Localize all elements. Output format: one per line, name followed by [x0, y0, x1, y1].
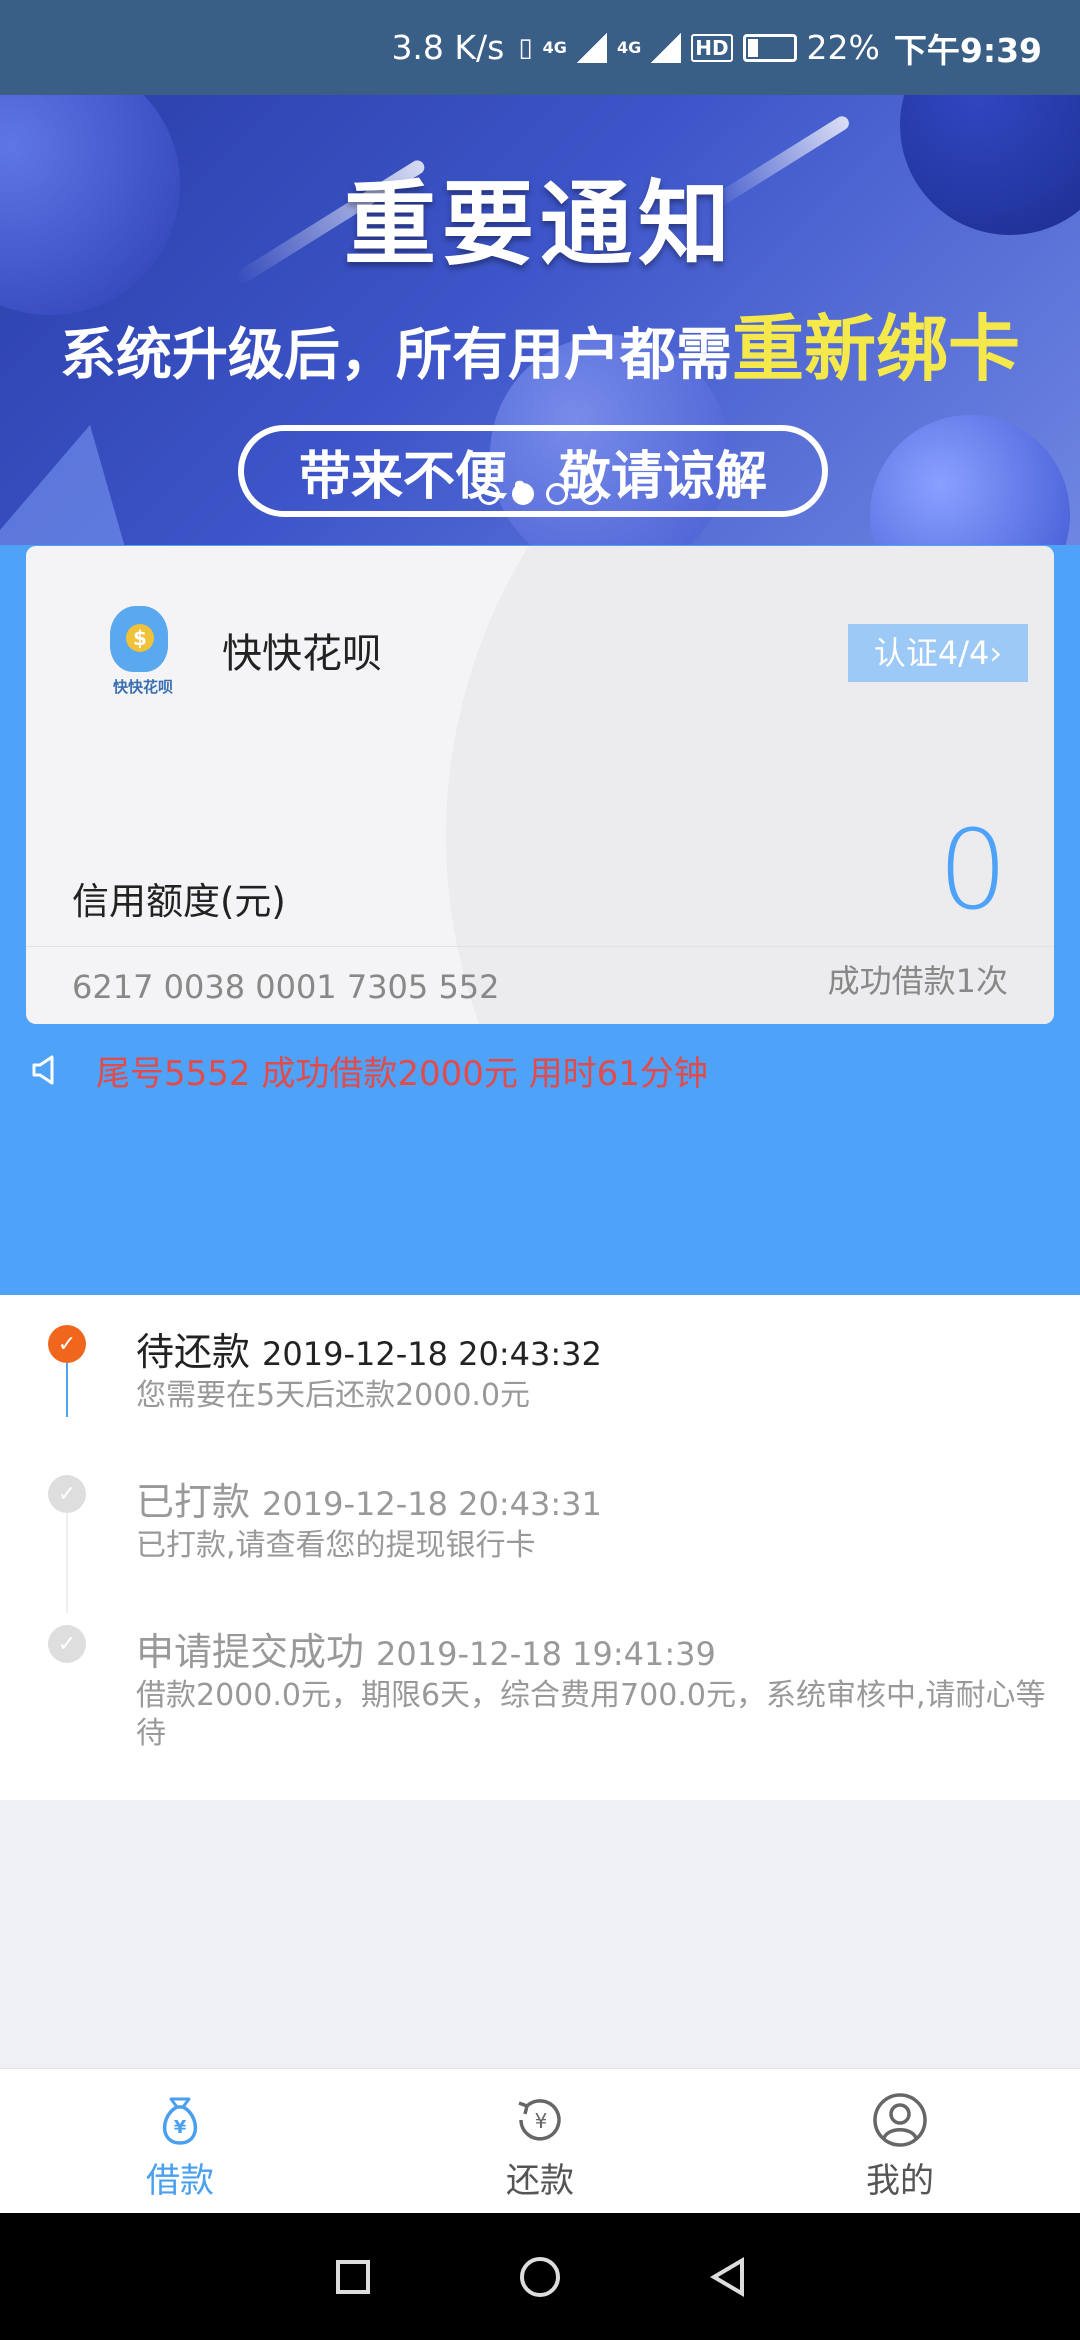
- carousel-dot[interactable]: [546, 483, 568, 505]
- clock: 下午9:39: [893, 30, 1042, 70]
- recents-button[interactable]: [336, 2259, 370, 2294]
- carousel-dot-active[interactable]: [512, 483, 534, 505]
- timeline-time: 2019-12-18 20:43:32: [262, 1335, 602, 1373]
- signal-icon: [651, 32, 682, 63]
- timeline-status: 已打款: [136, 1480, 251, 1524]
- hd-icon: HD: [691, 33, 733, 62]
- carousel-dot[interactable]: [580, 483, 602, 505]
- chevron-right-icon: ›: [989, 634, 1003, 672]
- decor-triangle: [0, 425, 130, 545]
- svg-text:¥: ¥: [174, 2117, 187, 2138]
- loan-timeline: ✓ 待还款 2019-12-18 20:43:32 您需要在5天后还款2000.0…: [0, 1295, 1080, 1800]
- card-decor: [446, 546, 1054, 1024]
- system-nav-bar: [0, 2213, 1080, 2340]
- vibrate-icon: ▯: [518, 32, 533, 63]
- banner-subtitle-prefix: 系统升级后，所有用户都需: [59, 323, 732, 388]
- carousel-dot[interactable]: [478, 483, 500, 505]
- network-type-2: 4G: [616, 38, 642, 57]
- check-icon: ✓: [48, 1325, 86, 1363]
- status-bar: 3.8 K/s ▯ 4G 4G HD 22% 下午9:39: [0, 0, 1080, 95]
- battery-percent: 22%: [806, 28, 880, 67]
- check-icon: ✓: [48, 1625, 86, 1663]
- timeline-head: 待还款 2019-12-18 20:43:32: [136, 1321, 602, 1376]
- divider: [26, 946, 1054, 947]
- timeline-time: 2019-12-18 19:41:39: [376, 1635, 716, 1673]
- tab-repay[interactable]: ¥ 还款: [360, 2069, 720, 2213]
- app-logo: $ 快快花呗: [98, 596, 188, 696]
- timeline-desc: 借款2000.0元，期限6天，综合费用700.0元，系统审核中,请耐心等待: [136, 1678, 1046, 1751]
- banner-subtitle-highlight: 重新绑卡: [731, 307, 1020, 391]
- auth-button[interactable]: 认证4/4›: [848, 624, 1028, 682]
- dollar-icon: $: [126, 624, 154, 652]
- tab-label: 借款: [146, 2161, 214, 2201]
- network-type-1: 4G: [542, 38, 567, 57]
- timeline-desc: 您需要在5天后还款2000.0元: [136, 1378, 531, 1413]
- timeline-head: 已打款 2019-12-18 20:43:31: [136, 1471, 602, 1526]
- decor-ball: [870, 415, 1070, 545]
- notice-banner[interactable]: 重要通知 系统升级后，所有用户都需重新绑卡 带来不便，敬请谅解: [0, 95, 1080, 545]
- banner-subtitle: 系统升级后，所有用户都需重新绑卡: [0, 290, 1080, 395]
- tab-loan[interactable]: ¥ 借款: [0, 2069, 360, 2213]
- success-count: 成功借款1次: [827, 962, 1008, 1000]
- money-bag-icon: ¥: [163, 2097, 197, 2145]
- logo-text: 快快花呗: [112, 678, 173, 696]
- timeline-head: 申请提交成功 2019-12-18 19:41:39: [136, 1621, 716, 1676]
- user-icon: [873, 2093, 927, 2147]
- card-number: 6217 0038 0001 7305 552: [72, 968, 500, 1006]
- network-speed: 3.8 K/s: [391, 28, 505, 67]
- bottom-tab-bar: ¥ 借款 ¥ 还款 我的: [0, 2068, 1080, 2213]
- tab-label: 还款: [506, 2161, 574, 2201]
- home-button[interactable]: [520, 2256, 560, 2297]
- signal-icon: [576, 32, 607, 63]
- repay-icon: ¥: [518, 2099, 561, 2141]
- auth-label: 认证4/4: [873, 634, 990, 672]
- back-button[interactable]: [710, 2256, 744, 2297]
- timeline-status: 待还款: [136, 1330, 251, 1374]
- credit-card: $ 快快花呗 快快花呗 认证4/4› 信用额度(元) 0 6217 0038 0…: [26, 546, 1054, 1024]
- timeline-line: [66, 1363, 68, 1417]
- tab-label: 我的: [866, 2161, 934, 2201]
- notice-text: 尾号5552 成功借款2000元 用时61分钟: [96, 1053, 708, 1094]
- speaker-icon: [32, 1055, 54, 1085]
- notice-bar: 尾号5552 成功借款2000元 用时61分钟: [30, 1050, 708, 1094]
- battery-icon: [742, 33, 797, 62]
- timeline-desc: 已打款,请查看您的提现银行卡: [136, 1528, 536, 1563]
- tab-profile[interactable]: 我的: [720, 2069, 1080, 2213]
- app-name: 快快花呗: [222, 631, 382, 677]
- credit-label: 信用额度(元): [72, 880, 286, 923]
- banner-title: 重要通知: [343, 171, 736, 278]
- timeline-time: 2019-12-18 20:43:31: [262, 1485, 602, 1523]
- check-icon: ✓: [48, 1475, 86, 1513]
- carousel-dots: [478, 483, 602, 505]
- svg-text:¥: ¥: [535, 2109, 548, 2133]
- credit-value: 0: [938, 806, 1008, 934]
- status-icons: ▯ 4G 4G HD 22%: [518, 28, 880, 67]
- timeline-line: [66, 1513, 68, 1613]
- timeline-status: 申请提交成功: [136, 1630, 365, 1674]
